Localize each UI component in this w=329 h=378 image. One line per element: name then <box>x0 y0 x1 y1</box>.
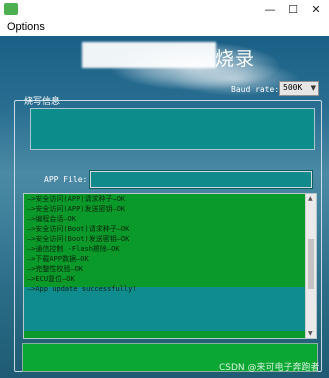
log-line: —>安全访问(APP)发送密钥—OK <box>27 205 126 213</box>
app-file-input[interactable] <box>89 170 313 189</box>
log-line: —>ECU复位—OK <box>27 275 75 283</box>
app-icon <box>4 3 18 15</box>
log-line: —>通信控制 -Flash擦除—OK <box>27 245 120 253</box>
menu-options[interactable]: Options <box>7 21 45 33</box>
watermark: CSDN @来可电子奔跑者 <box>219 363 320 373</box>
log-line: —>安全访问(Boot)请求种子—OK <box>27 225 130 233</box>
log-line: —>完整性校验—OK <box>27 265 84 273</box>
scroll-up-icon[interactable]: ▲ <box>308 195 313 202</box>
chevron-down-icon: ▼ <box>310 84 316 92</box>
scroll-down-icon[interactable]: ▼ <box>308 330 313 337</box>
menu-bar: Options <box>0 18 329 36</box>
log-line: —>编程会话—OK <box>27 215 77 223</box>
main-panel: 烧录 Baud rate: 500K ▼ 烧写信息 APP File: —>安全… <box>0 36 329 378</box>
baud-rate-label: Baud rate: <box>231 85 280 94</box>
log-line: —>App update successfully! <box>27 285 137 293</box>
app-file-label: APP File: <box>44 175 88 184</box>
minimize-button[interactable]: — <box>258 0 282 18</box>
banner-title: 烧录 <box>215 48 256 70</box>
redacted-title-area <box>82 42 216 68</box>
log-scrollbar[interactable]: ▲ ▼ <box>305 194 316 338</box>
baud-rate-value: 500K <box>283 83 303 92</box>
log-output[interactable]: —>安全访问(APP)请求种子—OK —>安全访问(APP)发送密钥—OK —>… <box>23 193 317 339</box>
log-line: —>安全访问(Boot)发送密钥—OK <box>27 235 130 243</box>
scrollbar-thumb[interactable] <box>308 239 314 289</box>
log-line: —>下载APP数据—OK <box>27 255 89 263</box>
log-line: —>安全访问(APP)请求种子—OK <box>27 195 126 203</box>
info-display-box <box>30 108 315 150</box>
window-titlebar: — ☐ ✕ <box>0 0 329 18</box>
group-title: 烧写信息 <box>24 97 61 107</box>
close-button[interactable]: ✕ <box>304 0 328 18</box>
baud-rate-select[interactable]: 500K ▼ <box>279 81 319 96</box>
maximize-button[interactable]: ☐ <box>281 0 305 18</box>
